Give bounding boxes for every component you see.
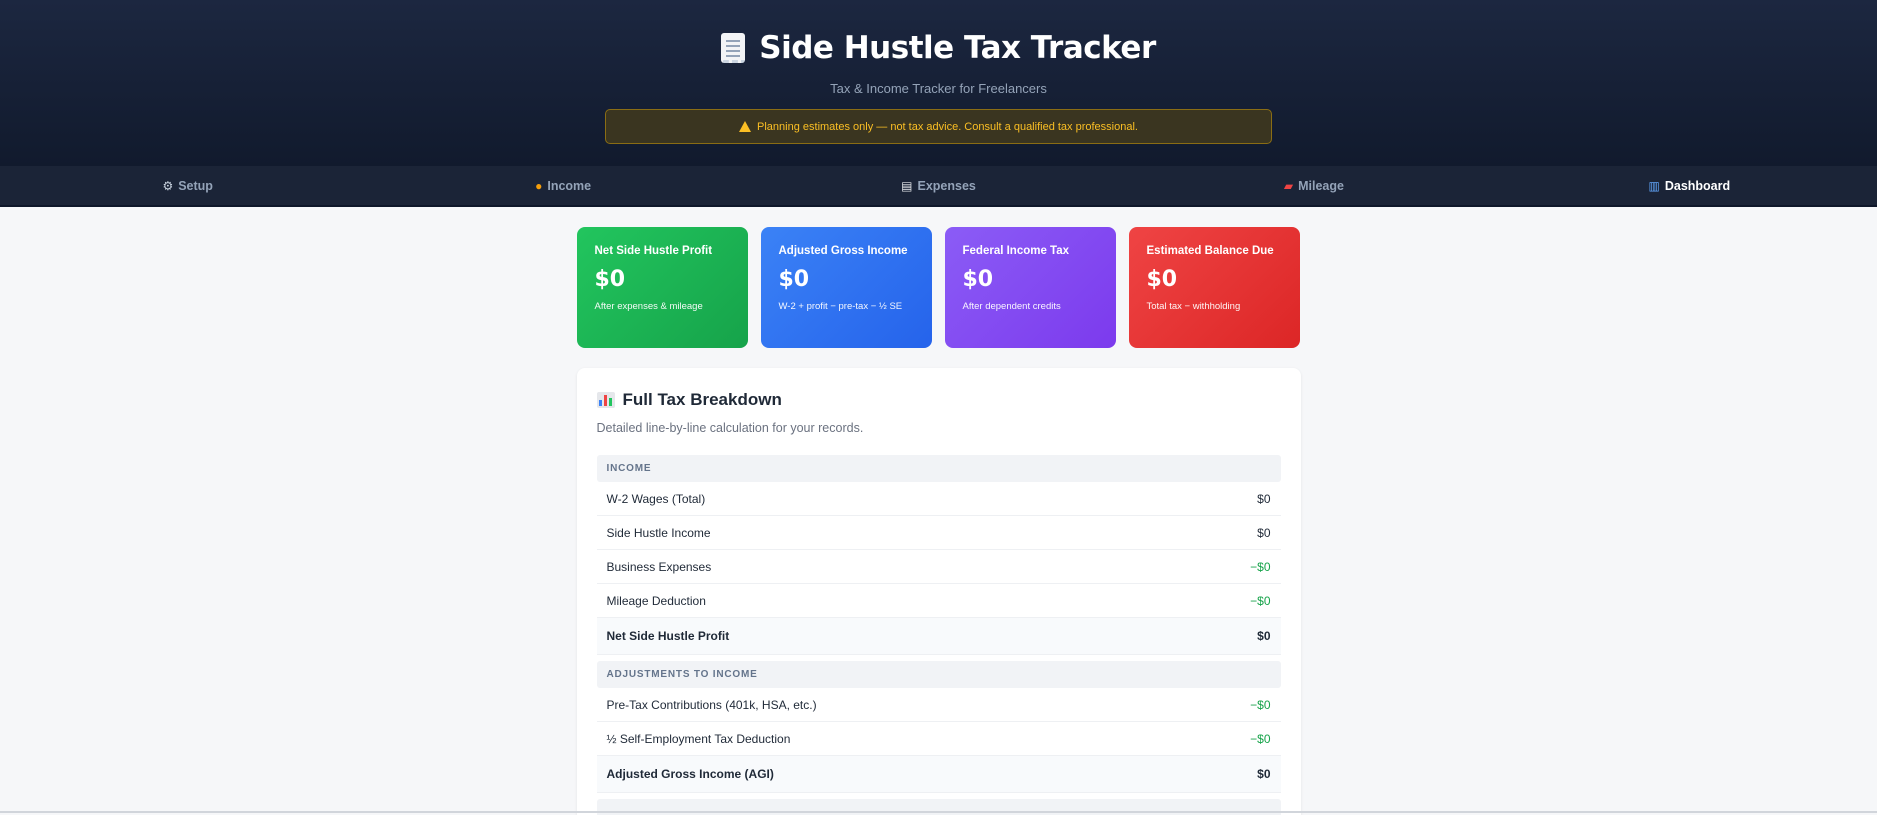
row-value: $0 — [1257, 525, 1271, 540]
card-value: $0 — [1146, 267, 1178, 292]
panel-title: Full Tax Breakdown — [596, 390, 1281, 410]
summary-cards: Net Side Hustle Profit $0 After expenses… — [576, 227, 1301, 348]
card-federal-tax: Federal Income Tax $0 After dependent cr… — [944, 227, 1116, 348]
tab-expenses-label: Expenses — [917, 178, 976, 193]
card-label: Adjusted Gross Income — [778, 245, 908, 257]
table-row-total: Adjusted Gross Income (AGI) $0 — [596, 756, 1281, 793]
tab-income-label: Income — [547, 178, 592, 193]
panel-description: Detailed line-by-line calculation for yo… — [596, 421, 864, 435]
card-value: $0 — [594, 267, 626, 292]
tab-dashboard[interactable]: ▥ Dashboard — [1502, 166, 1877, 205]
row-value: −$0 — [1250, 697, 1271, 712]
row-label: Side Hustle Income — [606, 525, 711, 540]
card-label: Net Side Hustle Profit — [594, 245, 713, 257]
panel-title-text: Full Tax Breakdown — [622, 390, 782, 409]
app-header: Side Hustle Tax Tracker Tax & Income Tra… — [0, 0, 1877, 166]
receipt-icon — [721, 33, 746, 63]
card-label: Federal Income Tax — [962, 245, 1070, 257]
table-row: Pre-Tax Contributions (401k, HSA, etc.) … — [596, 688, 1281, 722]
disclaimer-text: Planning estimates only — not tax advice… — [757, 120, 1138, 133]
table-row: ½ Self-Employment Tax Deduction −$0 — [596, 722, 1281, 756]
dashboard-content: Net Side Hustle Profit $0 After expenses… — [576, 227, 1301, 815]
tab-dashboard-label: Dashboard — [1664, 178, 1731, 193]
row-value: $0 — [1257, 629, 1271, 643]
warning-icon — [739, 121, 752, 132]
row-label: W-2 Wages (Total) — [606, 491, 706, 506]
car-icon: ▰ — [1283, 178, 1294, 193]
section-heading-adjustments: ADJUSTMENTS TO INCOME — [596, 661, 1281, 688]
tab-expenses[interactable]: ▤ Expenses — [751, 166, 1126, 205]
tab-income[interactable]: ● Income — [375, 166, 750, 205]
bar-chart-icon — [596, 392, 615, 408]
bottom-divider — [0, 811, 1877, 813]
page-title: Side Hustle Tax Tracker — [721, 30, 1156, 66]
tab-setup-label: Setup — [178, 178, 213, 193]
table-row: Mileage Deduction −$0 — [596, 584, 1281, 618]
card-note: W-2 + profit − pre-tax − ½ SE — [778, 301, 903, 312]
tab-setup[interactable]: ⚙ Setup — [0, 166, 375, 205]
card-label: Estimated Balance Due — [1146, 245, 1274, 257]
row-label: ½ Self-Employment Tax Deduction — [606, 731, 791, 746]
row-value: $0 — [1257, 767, 1271, 781]
page-subtitle: Tax & Income Tracker for Freelancers — [830, 81, 1047, 96]
row-value: −$0 — [1250, 731, 1271, 746]
tab-nav: ⚙ Setup ● Income ▤ Expenses ▰ Mileage ▥ … — [0, 166, 1877, 207]
row-label: Business Expenses — [606, 559, 712, 574]
card-note: Total tax − withholding — [1146, 301, 1241, 312]
card-net-profit: Net Side Hustle Profit $0 After expenses… — [576, 227, 748, 348]
row-label: Net Side Hustle Profit — [606, 629, 730, 643]
section-heading-income: INCOME — [596, 455, 1281, 482]
tab-mileage-label: Mileage — [1298, 178, 1344, 193]
breakdown-table: INCOME W-2 Wages (Total) $0 Side Hustle … — [596, 455, 1281, 815]
row-label: Mileage Deduction — [606, 593, 706, 608]
card-balance-due: Estimated Balance Due $0 Total tax − wit… — [1128, 227, 1300, 348]
bar-chart-icon: ▥ — [1648, 178, 1660, 193]
card-agi: Adjusted Gross Income $0 W-2 + profit − … — [760, 227, 932, 348]
row-value: −$0 — [1250, 559, 1271, 574]
card-note: After expenses & mileage — [594, 301, 703, 312]
card-note: After dependent credits — [962, 301, 1061, 312]
row-value: −$0 — [1250, 593, 1271, 608]
tax-breakdown-panel: Full Tax Breakdown Detailed line-by-line… — [576, 368, 1301, 815]
table-row: W-2 Wages (Total) $0 — [596, 482, 1281, 516]
page-title-text: Side Hustle Tax Tracker — [759, 30, 1156, 66]
tab-mileage[interactable]: ▰ Mileage — [1126, 166, 1501, 205]
row-label: Adjusted Gross Income (AGI) — [606, 767, 774, 781]
table-row-total: Net Side Hustle Profit $0 — [596, 618, 1281, 655]
gear-icon: ⚙ — [162, 178, 174, 193]
receipt-icon: ▤ — [901, 178, 913, 193]
table-row: Business Expenses −$0 — [596, 550, 1281, 584]
row-label: Pre-Tax Contributions (401k, HSA, etc.) — [606, 697, 817, 712]
row-value: $0 — [1257, 491, 1271, 506]
card-value: $0 — [962, 267, 994, 292]
money-bag-icon: ● — [535, 178, 543, 193]
disclaimer-banner: Planning estimates only — not tax advice… — [605, 109, 1272, 144]
card-value: $0 — [778, 267, 810, 292]
table-row: Side Hustle Income $0 — [596, 516, 1281, 550]
